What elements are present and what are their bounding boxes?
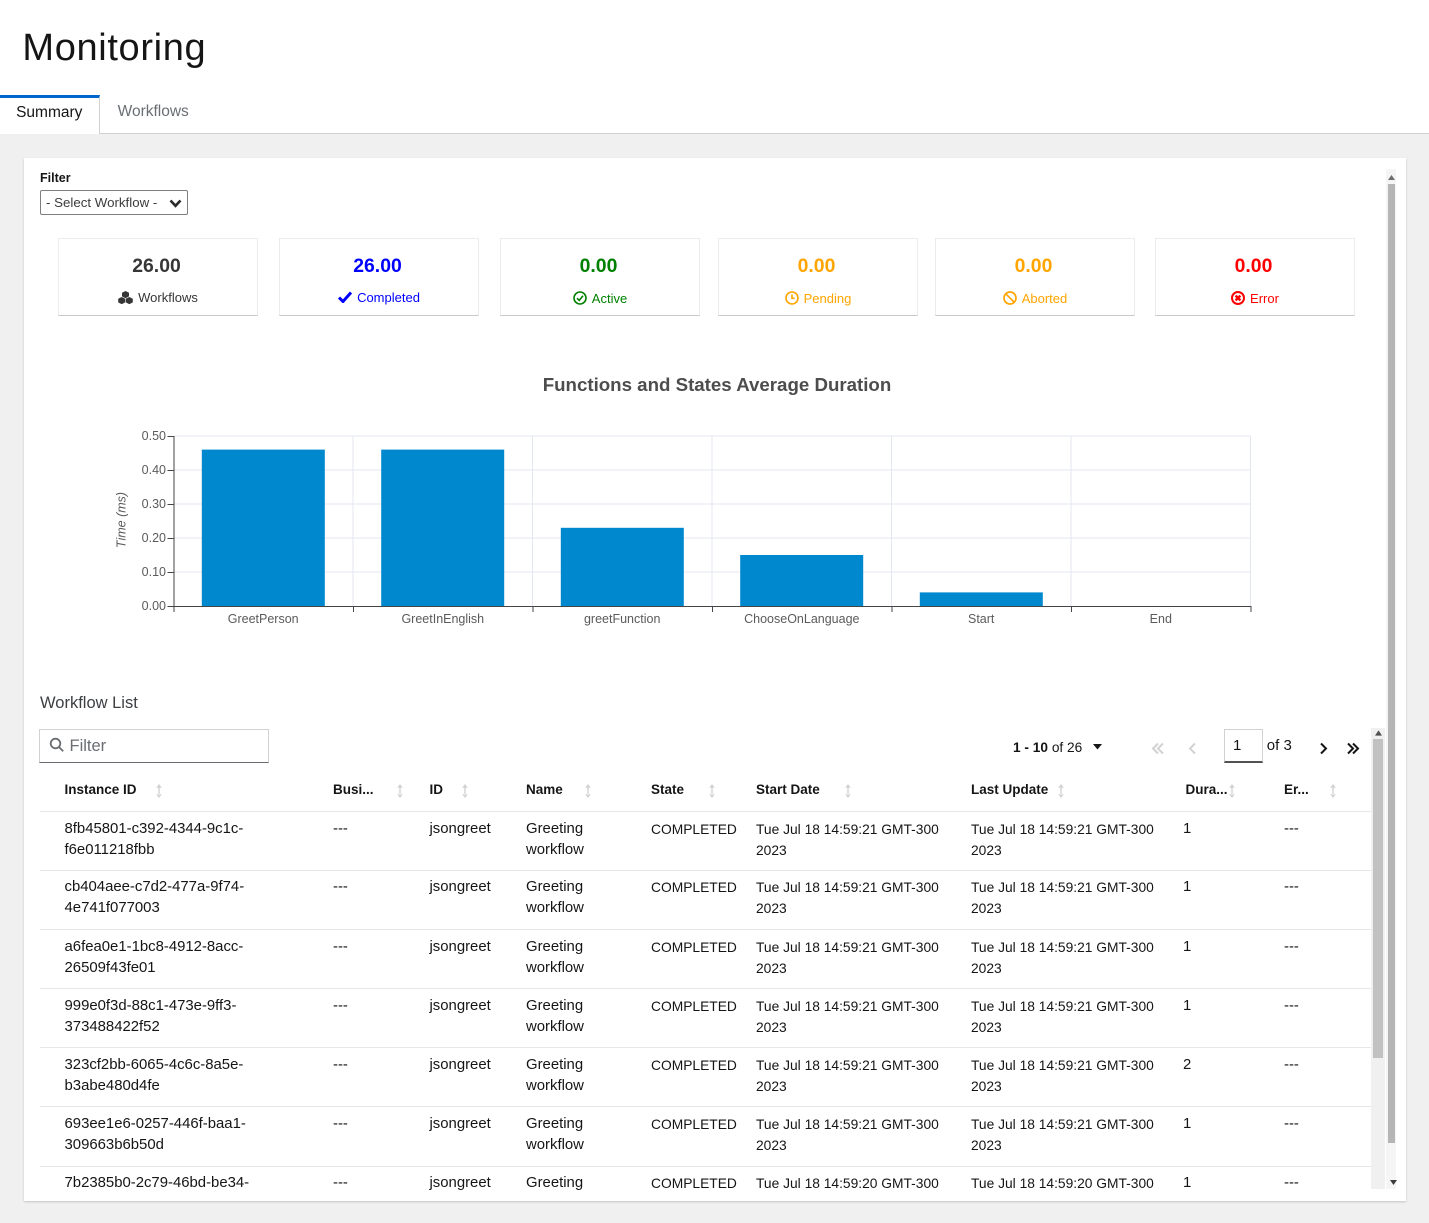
svg-text:Start: Start xyxy=(968,612,995,626)
svg-text:0.50: 0.50 xyxy=(142,429,166,443)
svg-text:Time (ms): Time (ms) xyxy=(115,492,129,548)
svg-text:greetFunction: greetFunction xyxy=(584,612,660,626)
svg-text:End: End xyxy=(1150,612,1172,626)
svg-text:0.10: 0.10 xyxy=(142,565,166,579)
svg-text:ChooseOnLanguage: ChooseOnLanguage xyxy=(744,612,859,626)
svg-text:0.00: 0.00 xyxy=(142,599,166,613)
svg-text:GreetPerson: GreetPerson xyxy=(228,612,299,626)
svg-text:0.30: 0.30 xyxy=(142,497,166,511)
svg-text:0.40: 0.40 xyxy=(142,463,166,477)
svg-text:0.20: 0.20 xyxy=(142,531,166,545)
svg-text:GreetInEnglish: GreetInEnglish xyxy=(401,612,484,626)
